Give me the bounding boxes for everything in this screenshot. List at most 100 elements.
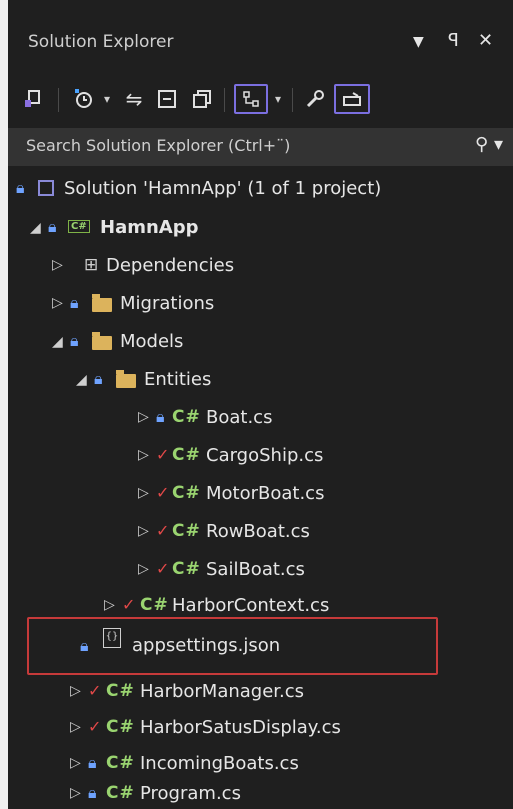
properties-icon[interactable] — [300, 84, 330, 114]
harborstatus-label: HarborSatusDisplay.cs — [140, 717, 341, 738]
lock-icon: 🔒︎ — [16, 178, 25, 197]
close-icon[interactable]: ✕ — [478, 30, 493, 51]
toolbar-separator — [224, 88, 225, 112]
tree-item-sailboat[interactable]: ▷ ✓ C# SailBoat.cs — [8, 553, 513, 587]
solution-explorer-panel: Solution Explorer ▼ ꟼ ✕ ▾ ⇋ ▾ Search Sol… — [0, 0, 513, 809]
toolbar: ▾ ⇋ ▾ — [8, 72, 513, 124]
lock-icon: 🔒︎ — [156, 407, 165, 426]
sync-icon[interactable]: ⇋ — [120, 84, 148, 114]
lock-icon: 🔒︎ — [88, 753, 97, 772]
git-dropdown-icon[interactable]: ▾ — [271, 84, 285, 114]
tree-item-entities[interactable]: ◢ 🔒︎ Entities — [8, 363, 513, 397]
collapsed-icon[interactable]: ▷ — [138, 447, 149, 463]
search-placeholder: Search Solution Explorer (Ctrl+¨) — [26, 136, 291, 155]
collapse-all-icon[interactable] — [153, 84, 181, 114]
collapsed-icon[interactable]: ▷ — [70, 683, 81, 699]
csharp-file-icon: C# — [172, 559, 201, 579]
tree-item-incomingboats[interactable]: ▷ 🔒︎ C# IncomingBoats.cs — [8, 747, 513, 781]
solution-label: Solution 'HamnApp' (1 of 1 project) — [64, 178, 382, 199]
tree-item-harbormanager[interactable]: ▷ ✓ C# HarborManager.cs — [8, 675, 513, 709]
left-edge — [0, 0, 8, 809]
sailboat-label: SailBoat.cs — [206, 559, 305, 580]
expanded-icon[interactable]: ◢ — [76, 372, 87, 388]
harborcontext-label: HarborContext.cs — [172, 595, 330, 616]
checked-in-icon: ✓ — [88, 681, 102, 700]
tree-item-harborstatus[interactable]: ▷ ✓ C# HarborSatusDisplay.cs — [8, 711, 513, 745]
highlight-box — [27, 617, 438, 675]
csharp-file-icon: C# — [106, 681, 135, 701]
window-position-dropdown-icon[interactable]: ▼ — [413, 34, 424, 50]
csharp-file-icon: C# — [106, 717, 135, 737]
collapsed-icon[interactable]: ▷ — [70, 755, 81, 771]
title-bar: Solution Explorer ▼ ꟼ ✕ — [8, 22, 513, 66]
lock-icon: 🔒︎ — [70, 331, 79, 350]
toolbar-separator — [292, 88, 293, 112]
program-label: Program.cs — [140, 783, 241, 804]
folder-icon — [92, 294, 112, 312]
csharp-file-icon: C# — [106, 753, 135, 773]
collapsed-icon[interactable]: ▷ — [70, 719, 81, 735]
checked-in-icon: ✓ — [88, 717, 102, 736]
history-dropdown-icon[interactable]: ▾ — [100, 84, 114, 114]
collapsed-icon[interactable]: ▷ — [52, 295, 63, 311]
folder-icon — [92, 332, 112, 350]
lock-icon: 🔒︎ — [88, 783, 97, 802]
show-all-files-icon[interactable] — [188, 84, 216, 114]
collapsed-icon[interactable]: ▷ — [104, 597, 115, 613]
tree-item-solution[interactable]: 🔒︎ Solution 'HamnApp' (1 of 1 project) — [8, 172, 513, 206]
search-icon[interactable]: ⚲ ▾ — [475, 134, 503, 155]
lock-icon: 🔒︎ — [70, 293, 79, 312]
history-icon[interactable] — [70, 84, 98, 114]
collapsed-icon[interactable]: ▷ — [52, 257, 63, 273]
folder-icon — [116, 370, 136, 388]
csharp-file-icon: C# — [172, 483, 201, 503]
tree-item-migrations[interactable]: ▷ 🔒︎ Migrations — [8, 287, 513, 321]
tree-item-boat[interactable]: ▷ 🔒︎ C# Boat.cs — [8, 401, 513, 435]
dependencies-icon: ⊞ — [84, 255, 99, 275]
csharp-project-icon: C# — [68, 220, 90, 233]
tree-item-rowboat[interactable]: ▷ ✓ C# RowBoat.cs — [8, 515, 513, 549]
rowboat-label: RowBoat.cs — [206, 521, 310, 542]
collapsed-icon[interactable]: ▷ — [70, 785, 81, 801]
checked-in-icon: ✓ — [156, 559, 170, 578]
tree-item-dependencies[interactable]: ▷ ⊞ Dependencies — [8, 249, 513, 283]
csharp-file-icon: C# — [106, 783, 135, 803]
csharp-file-icon: C# — [172, 407, 201, 427]
collapsed-icon[interactable]: ▷ — [138, 485, 149, 501]
harbormanager-label: HarborManager.cs — [140, 681, 305, 702]
git-changes-icon[interactable] — [234, 84, 268, 114]
lock-icon: 🔒︎ — [48, 217, 57, 236]
expanded-icon[interactable]: ◢ — [52, 334, 63, 350]
motorboat-label: MotorBoat.cs — [206, 483, 325, 504]
csharp-file-icon: C# — [172, 521, 201, 541]
tree-item-motorboat[interactable]: ▷ ✓ C# MotorBoat.cs — [8, 477, 513, 511]
panel-title: Solution Explorer — [28, 32, 174, 52]
entities-label: Entities — [144, 369, 212, 390]
solution-icon — [38, 180, 54, 196]
toolbar-separator — [58, 88, 59, 112]
search-input[interactable]: Search Solution Explorer (Ctrl+¨) ⚲ ▾ — [8, 128, 513, 166]
tree-item-project[interactable]: ◢ 🔒︎ C# HamnApp — [8, 211, 513, 245]
collapsed-icon[interactable]: ▷ — [138, 523, 149, 539]
csharp-file-icon: C# — [172, 445, 201, 465]
dependencies-label: Dependencies — [106, 255, 235, 276]
preview-icon[interactable] — [334, 84, 370, 114]
csharp-file-icon: C# — [140, 595, 169, 615]
migrations-label: Migrations — [120, 293, 215, 314]
models-label: Models — [120, 331, 184, 352]
boat-label: Boat.cs — [206, 407, 273, 428]
tree-item-models[interactable]: ◢ 🔒︎ Models — [8, 325, 513, 359]
checked-in-icon: ✓ — [156, 445, 170, 464]
collapsed-icon[interactable]: ▷ — [138, 561, 149, 577]
tree-item-program[interactable]: ▷ 🔒︎ C# Program.cs — [8, 777, 513, 809]
project-label: HamnApp — [100, 217, 199, 238]
switch-views-icon[interactable] — [18, 84, 48, 114]
checked-in-icon: ✓ — [156, 483, 170, 502]
checked-in-icon: ✓ — [156, 521, 170, 540]
collapsed-icon[interactable]: ▷ — [138, 409, 149, 425]
incomingboats-label: IncomingBoats.cs — [140, 753, 299, 774]
tree-item-cargoship[interactable]: ▷ ✓ C# CargoShip.cs — [8, 439, 513, 473]
pin-icon[interactable]: ꟼ — [448, 30, 459, 51]
checked-in-icon: ✓ — [122, 595, 136, 614]
expanded-icon[interactable]: ◢ — [30, 220, 41, 236]
